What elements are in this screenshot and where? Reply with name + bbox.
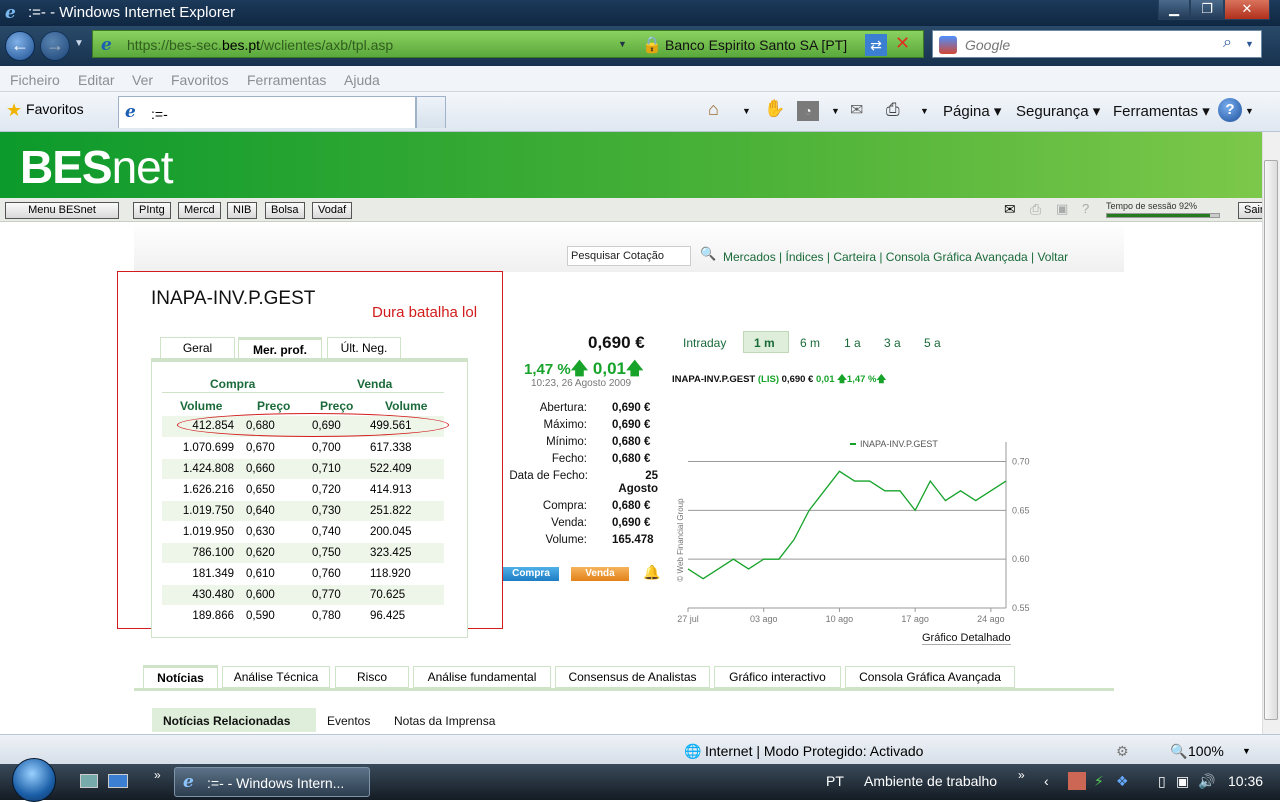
refresh-icon[interactable]: ⇄ (865, 34, 887, 56)
quick-button-bolsa[interactable]: Bolsa (265, 202, 305, 219)
minimize-button[interactable]: ▁ (1158, 0, 1190, 20)
help-page-icon[interactable]: ? (1082, 201, 1089, 216)
zoom-icon: 🔍 (1170, 743, 1188, 759)
address-dropdown-icon[interactable]: ▼ (618, 39, 627, 49)
back-button[interactable]: ← (5, 31, 35, 61)
menu-ajuda[interactable]: Ajuda (344, 72, 380, 88)
menu-ver[interactable]: Ver (132, 72, 153, 88)
volume-icon[interactable]: 🔊 (1198, 773, 1215, 790)
quick-button-nib[interactable]: NIB (227, 202, 258, 219)
print-icon[interactable]: ⎙ (886, 100, 900, 120)
stop-icon[interactable]: ✕ (895, 33, 910, 54)
home-icon[interactable]: ⌂ (708, 99, 719, 120)
lock-icon[interactable]: 🔒 (642, 35, 662, 55)
help-chevron-icon[interactable]: ▼ (1245, 106, 1254, 116)
scrollbar-thumb[interactable] (1264, 160, 1278, 720)
menu-ficheiro[interactable]: Ficheiro (10, 72, 60, 88)
browser-tab[interactable]: e :=- (118, 96, 416, 128)
task-ie-icon: e (183, 772, 194, 792)
logout-button[interactable]: Sair (1238, 202, 1262, 219)
window-titlebar: e :=- - Windows Internet Explorer ▁ ❐ ✕ (0, 0, 1280, 26)
desktop-toolbar[interactable]: Ambiente de trabalho (864, 773, 997, 789)
tab-favicon-icon: e (125, 102, 136, 122)
task-label: :=- - Windows Intern... (207, 775, 345, 791)
favorites-label: Favoritos (26, 101, 84, 117)
page-favicon-icon: e (101, 35, 112, 55)
search-options-chevron-icon[interactable]: ▼ (1245, 39, 1254, 49)
favorites-tab-row: ★ Favoritos e :=- ⌂ ▼ ✋ ◔ ▼ ✉ ⎙ ▼ Página… (0, 92, 1280, 132)
rss-feed-icon[interactable]: ◔ (797, 101, 819, 121)
star-icon: ★ (6, 100, 23, 120)
session-time-label: Tempo de sessão 92% (1106, 201, 1198, 211)
quick-button-mercd[interactable]: Mercd (178, 202, 221, 219)
feed-chevron-icon[interactable]: ▼ (831, 106, 840, 116)
switch-windows-icon[interactable] (108, 774, 128, 788)
quicklaunch-chevron-icon[interactable]: » (154, 768, 161, 782)
tray-dropbox-icon[interactable]: ❖ (1116, 773, 1129, 790)
start-button[interactable] (12, 758, 56, 802)
ie-logo-icon: e (5, 3, 16, 23)
new-tab-button[interactable] (416, 96, 446, 128)
taskbar: » e :=- - Windows Intern... PT Ambiente … (0, 758, 1280, 802)
search-placeholder[interactable]: Google (965, 37, 1010, 53)
page-content: BESnet Menu BESnet PIntg Mercd NIB Bolsa… (0, 132, 1262, 734)
address-url[interactable]: https://bes-sec.bes.pt/wclientes/axb/tpl… (127, 37, 393, 53)
address-row: ← → ▼ e https://bes-sec.bes.pt/wclientes… (0, 26, 1280, 66)
message-icon[interactable]: ✉ (1004, 201, 1016, 218)
session-progress-fill (1107, 214, 1211, 217)
print-page-icon[interactable]: ⎙ (1030, 201, 1041, 218)
tray-app-icon[interactable] (1068, 772, 1086, 790)
menu-favoritos[interactable]: Favoritos (171, 72, 229, 88)
security-menu[interactable]: Segurança ▾ (1016, 102, 1100, 120)
mail-icon[interactable]: ✉ (850, 100, 863, 120)
language-indicator[interactable]: PT (826, 773, 844, 789)
quick-button-pintg[interactable]: PIntg (133, 202, 171, 219)
tray-network-icon[interactable]: ⚡ (1094, 773, 1104, 790)
search-icon[interactable]: ⌕ (1223, 34, 1232, 52)
besnet-logo: BESnet (20, 141, 174, 193)
battery-icon[interactable]: ▯ (1158, 773, 1166, 790)
address-bar[interactable]: e https://bes-sec.bes.pt/wclientes/axb/t… (92, 30, 924, 58)
tools-menu[interactable]: Ferramentas ▾ (1113, 102, 1210, 120)
network-icon[interactable]: ▣ (1176, 773, 1189, 790)
close-button[interactable]: ✕ (1224, 0, 1270, 20)
besnet-toolbar: Menu BESnet PIntg Mercd NIB Bolsa Vodaf … (0, 198, 1262, 222)
menu-bar: Ficheiro Editar Ver Favoritos Ferramenta… (0, 66, 1280, 92)
favorites-button[interactable]: ★ Favoritos (6, 100, 84, 121)
zoom-level[interactable]: 100% (1188, 743, 1224, 759)
menu-editar[interactable]: Editar (78, 72, 115, 88)
hand-icon[interactable]: ✋ (764, 99, 785, 119)
recent-pages-chevron-icon[interactable]: ▼ (74, 38, 84, 49)
tray-expand-icon[interactable]: ‹ (1044, 773, 1049, 789)
zoom-chevron-icon[interactable]: ▼ (1242, 746, 1251, 756)
globe-icon: 🌐 (684, 743, 702, 759)
session-progress-bar (1106, 213, 1220, 218)
help-icon[interactable]: ? (1218, 98, 1242, 122)
certificate-label[interactable]: Banco Espirito Santo SA [PT] (665, 37, 847, 53)
taskbar-ie-window[interactable]: e :=- - Windows Intern... (174, 767, 370, 797)
forward-button[interactable]: → (40, 31, 70, 61)
tab-title: :=- (151, 106, 168, 122)
home-chevron-icon[interactable]: ▼ (742, 106, 751, 116)
google-icon (939, 36, 957, 54)
clock[interactable]: 10:36 (1228, 773, 1263, 789)
protected-mode-icon[interactable]: ⚙ (1116, 743, 1129, 760)
page-menu[interactable]: Página ▾ (943, 102, 1001, 120)
menu-ferramentas[interactable]: Ferramentas (247, 72, 326, 88)
search-box[interactable]: Google ⌕ ▼ (932, 30, 1262, 58)
quick-button-vodaf[interactable]: Vodaf (312, 202, 353, 219)
maximize-button[interactable]: ❐ (1190, 0, 1224, 20)
besnet-banner: BESnet (0, 132, 1262, 198)
show-desktop-icon[interactable] (80, 774, 98, 788)
security-zone[interactable]: Internet | Modo Protegido: Activado (705, 743, 923, 759)
toolbar-chevron-icon[interactable]: » (1018, 768, 1025, 782)
print-chevron-icon[interactable]: ▼ (920, 106, 929, 116)
status-bar: 🌐 Internet | Modo Protegido: Activado ⚙ … (0, 734, 1280, 764)
window-title: :=- - Windows Internet Explorer (28, 4, 236, 21)
save-icon[interactable]: ▣ (1056, 201, 1068, 217)
menu-besnet-button[interactable]: Menu BESnet (5, 202, 119, 219)
